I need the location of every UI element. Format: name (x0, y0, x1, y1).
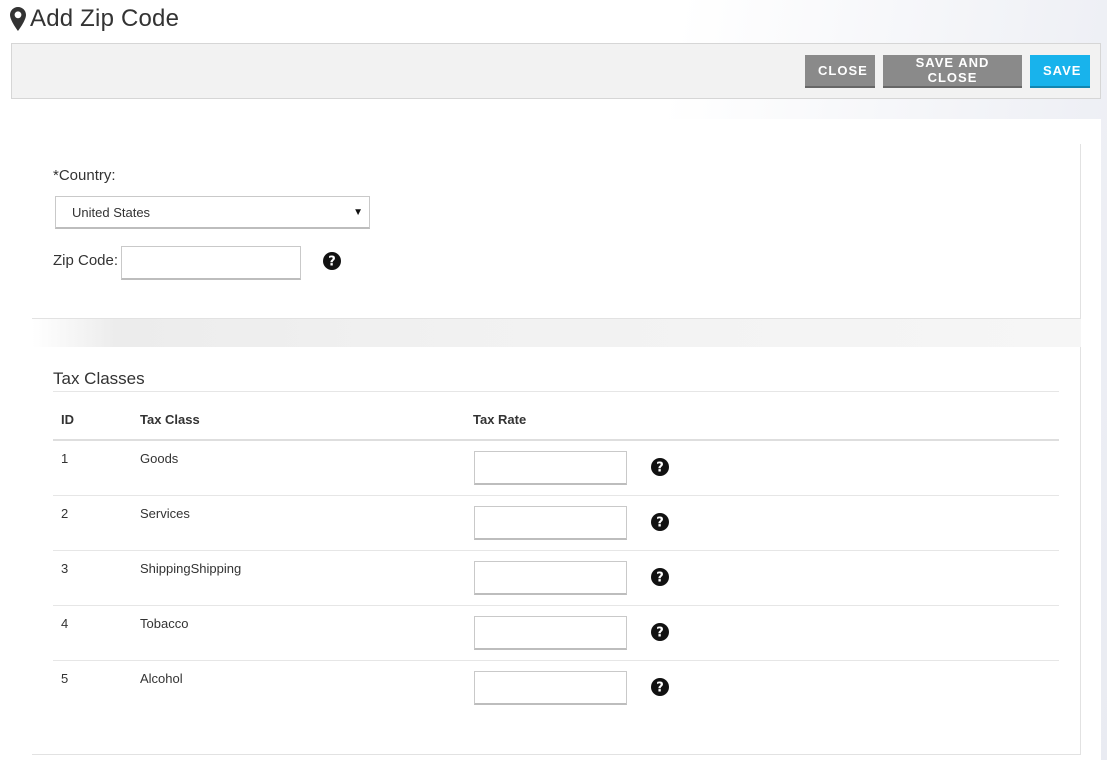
svg-text:?: ? (656, 516, 664, 531)
row-id: 2 (61, 506, 69, 521)
map-marker-icon (10, 7, 26, 31)
svg-text:?: ? (328, 255, 336, 270)
table-row: 4 Tobacco ? (53, 606, 1059, 661)
page-header: Add Zip Code (10, 4, 179, 34)
help-icon[interactable]: ? (323, 252, 341, 270)
row-id: 3 (61, 561, 69, 576)
svg-text:?: ? (656, 681, 664, 696)
svg-text:?: ? (656, 461, 664, 476)
column-header-tax-rate: Tax Rate (473, 412, 527, 427)
help-icon[interactable]: ? (651, 623, 669, 641)
row-tax-class: Services (140, 506, 190, 521)
row-tax-class: Goods (140, 451, 179, 466)
help-icon[interactable]: ? (651, 458, 669, 476)
action-toolbar: CLOSE SAVE AND CLOSE SAVE (11, 43, 1101, 99)
caret-down-icon: ▼ (353, 207, 363, 218)
help-icon[interactable]: ? (651, 678, 669, 696)
table-row: 5 Alcohol ? (53, 661, 1059, 716)
tax-rate-input[interactable] (474, 561, 627, 595)
help-icon[interactable]: ? (651, 513, 669, 531)
save-button[interactable]: SAVE (1030, 54, 1090, 88)
form-container: *Country: United States ▼ Zip Code: ? Ta… (11, 119, 1101, 760)
svg-text:?: ? (656, 571, 664, 586)
row-tax-class: Tobacco (140, 616, 189, 631)
table-row: 2 Services ? (53, 496, 1059, 551)
row-id: 1 (61, 451, 69, 466)
tax-rate-input[interactable] (474, 506, 627, 540)
tax-rate-input[interactable] (474, 671, 627, 705)
tax-classes-card: Tax Classes ID Tax Class Tax Rate 1 Good… (32, 347, 1081, 755)
tax-rate-input[interactable] (474, 451, 627, 485)
help-icon[interactable]: ? (651, 568, 669, 586)
column-header-id: ID (61, 412, 74, 427)
tax-rate-input[interactable] (474, 616, 627, 650)
table-row: 1 Goods ? (53, 441, 1059, 496)
save-and-close-button[interactable]: SAVE AND CLOSE (883, 54, 1022, 88)
zip-code-label: Zip Code: (53, 252, 119, 269)
divider (53, 391, 1059, 392)
row-tax-class: ShippingShipping (140, 561, 242, 576)
zip-code-input[interactable] (121, 246, 301, 280)
location-card: *Country: United States ▼ Zip Code: ? (32, 144, 1081, 319)
table-row: 3 ShippingShipping ? (53, 551, 1059, 606)
country-label: *Country: (53, 167, 116, 184)
row-tax-class: Alcohol (140, 671, 183, 686)
svg-text:?: ? (656, 626, 664, 641)
section-divider (32, 319, 1081, 347)
page-title: Add Zip Code (30, 5, 180, 32)
row-id: 4 (61, 616, 69, 631)
column-header-tax-class: Tax Class (140, 412, 200, 427)
row-id: 5 (61, 671, 69, 686)
close-button[interactable]: CLOSE (805, 54, 875, 88)
tax-classes-title: Tax Classes (53, 369, 145, 388)
country-select[interactable]: United States ▼ (55, 196, 370, 229)
country-select-value: United States (72, 205, 151, 220)
